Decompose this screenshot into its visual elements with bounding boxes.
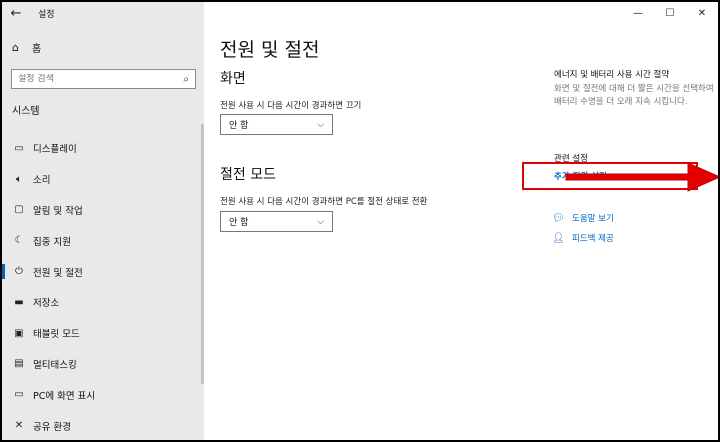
sidebar: ← 설정 ⌂ 홈 ⌕ 시스템 ▭ 디스플레이 🔈︎ 소리 ▢ 알림 및 작업 (2, 2, 204, 440)
sleep-heading: 절전 모드 (220, 167, 276, 183)
sidebar-item-notifications[interactable]: ▢ 알림 및 작업 (2, 195, 204, 226)
project-icon: ▭ (14, 389, 24, 401)
window-controls: — ☐ ✕ (622, 2, 718, 24)
moon-icon: ☾ (14, 235, 24, 247)
sidebar-item-label: 집중 지원 (33, 236, 71, 248)
chevron-down-icon: ⌵ (317, 216, 324, 227)
dropdown-value: 안 함 (229, 218, 249, 228)
sleep-timeout-dropdown[interactable]: 안 함 ⌵ (220, 211, 333, 232)
sidebar-item-label: 태블릿 모드 (33, 329, 80, 341)
tip-description: 화면 및 절전에 대해 더 짧은 시간을 선택하여 배터리 수명을 더 오래 지… (554, 84, 714, 107)
back-arrow-icon: ← (10, 5, 22, 21)
sidebar-item-storage[interactable]: ▬ 저장소 (2, 287, 204, 318)
help-chat-icon: 💬︎ (552, 212, 565, 224)
close-button[interactable]: ✕ (686, 2, 718, 24)
sidebar-item-sound[interactable]: 🔈︎ 소리 (2, 164, 204, 195)
power-icon: ⏻ (15, 266, 23, 278)
settings-window: ← 설정 ⌂ 홈 ⌕ 시스템 ▭ 디스플레이 🔈︎ 소리 ▢ 알림 및 작업 (2, 2, 718, 440)
tablet-icon: ▣ (14, 327, 24, 339)
screen-timeout-label: 전원 사용 시 다음 시간이 경과하면 끄기 (220, 101, 362, 111)
main-content: — ☐ ✕ 전원 및 절전 화면 전원 사용 시 다음 시간이 경과하면 끄기 … (204, 2, 718, 440)
speaker-icon: 🔈︎ (16, 173, 22, 185)
sidebar-item-multitasking[interactable]: ▤ 멀티태스킹 (2, 349, 204, 380)
feedback-link-label: 피드백 제공 (572, 234, 614, 244)
sidebar-item-label: 공유 환경 (33, 421, 71, 433)
dropdown-value: 안 함 (229, 121, 249, 131)
sidebar-item-label: 전원 및 절전 (33, 267, 83, 279)
sidebar-nav: ▭ 디스플레이 🔈︎ 소리 ▢ 알림 및 작업 ☾ 집중 지원 ⏻ 전원 및 절… (2, 133, 204, 440)
sidebar-item-shared-experiences[interactable]: ✕ 공유 환경 (2, 410, 204, 440)
storage-icon: ▬ (14, 296, 24, 308)
screen-timeout-dropdown[interactable]: 안 함 ⌵ (220, 114, 333, 135)
sidebar-item-projecting[interactable]: ▭ PC에 화면 표시 (2, 379, 204, 410)
feedback-person-icon: 👤︎ (552, 232, 565, 244)
sidebar-item-focus-assist[interactable]: ☾ 집중 지원 (2, 225, 204, 256)
give-feedback-link[interactable]: 👤︎ 피드백 제공 (552, 232, 614, 245)
sidebar-item-label: 멀티태스킹 (33, 359, 77, 371)
maximize-icon: ☐ (665, 7, 675, 19)
sleep-timeout-label: 전원 사용 시 다음 시간이 경과하면 PC를 절전 상태로 전환 (220, 197, 428, 207)
section-label-system: 시스템 (12, 106, 40, 117)
maximize-button[interactable]: ☐ (654, 2, 686, 24)
sidebar-item-label: 저장소 (33, 298, 60, 310)
home-label: 홈 (32, 44, 42, 55)
minimize-icon: — (633, 7, 643, 19)
app-title: 설정 (38, 9, 55, 20)
sidebar-item-label: 소리 (33, 175, 51, 187)
sidebar-item-tablet-mode[interactable]: ▣ 태블릿 모드 (2, 318, 204, 349)
share-icon: ✕ (14, 420, 24, 432)
sidebar-item-label: 디스플레이 (33, 144, 77, 156)
minimize-button[interactable]: — (622, 2, 654, 24)
search-icon[interactable]: ⌕ (183, 74, 189, 85)
close-icon: ✕ (697, 7, 707, 19)
search-input[interactable] (18, 74, 168, 84)
sidebar-item-label: 알림 및 작업 (33, 205, 83, 217)
sidebar-item-display[interactable]: ▭ 디스플레이 (2, 133, 204, 164)
multitask-icon: ▤ (14, 358, 24, 370)
chevron-down-icon: ⌵ (317, 119, 324, 130)
home-link[interactable]: ⌂ 홈 (12, 40, 41, 55)
search-box[interactable]: ⌕ (11, 69, 196, 89)
tip-title: 에너지 및 배터리 사용 시간 절약 (554, 70, 670, 80)
sidebar-item-power-sleep[interactable]: ⏻ 전원 및 절전 (2, 256, 204, 287)
notification-icon: ▢ (14, 204, 24, 216)
help-link-label: 도움말 보기 (572, 214, 614, 224)
home-icon: ⌂ (12, 41, 19, 54)
page-title: 전원 및 절전 (220, 39, 320, 61)
title-bar: ← 설정 (2, 2, 204, 24)
back-button[interactable]: ← (2, 2, 30, 24)
sidebar-item-label: PC에 화면 표시 (33, 390, 96, 402)
display-icon: ▭ (14, 142, 24, 154)
screen-heading: 화면 (220, 71, 246, 87)
get-help-link[interactable]: 💬︎ 도움말 보기 (552, 212, 614, 225)
annotation-arrow-icon (565, 162, 718, 192)
